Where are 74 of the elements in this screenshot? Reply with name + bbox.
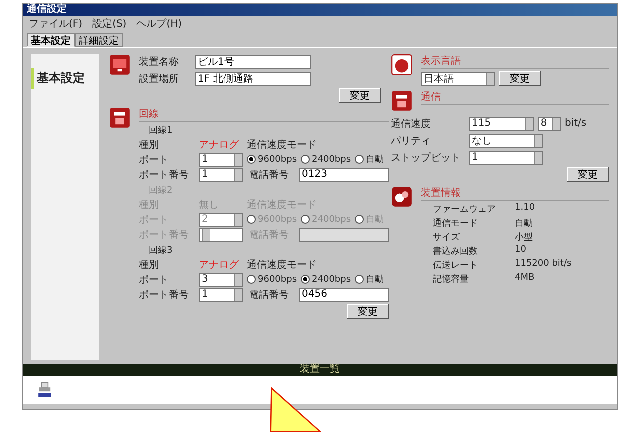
field-label: 通信速度 bbox=[391, 118, 432, 130]
menu-item[interactable]: ヘルプ(H) bbox=[136, 17, 182, 30]
field-label: 電話番号 bbox=[249, 168, 290, 182]
info-label: 通信モード bbox=[433, 218, 479, 229]
field-label: 種別 bbox=[139, 138, 160, 152]
port-number-spinner[interactable]: 1 bbox=[199, 168, 243, 182]
tab[interactable]: 詳細設定 bbox=[75, 33, 123, 47]
section-title: 装置情報 bbox=[421, 186, 609, 201]
field-label: 装置名称 bbox=[139, 56, 180, 68]
field-label: 種別 bbox=[139, 258, 160, 272]
field-label: ポート番号 bbox=[139, 228, 190, 242]
menu-item[interactable]: 設定(S) bbox=[92, 17, 127, 30]
info-label: サイズ bbox=[433, 232, 461, 243]
dropdown[interactable]: 1 bbox=[469, 150, 543, 164]
radio-option[interactable]: 自動 bbox=[355, 153, 384, 166]
field-label: ポート番号 bbox=[139, 168, 190, 182]
info-value: 10 bbox=[515, 245, 528, 257]
dropdown[interactable]: 115 bbox=[469, 116, 534, 130]
section-title: 通信 bbox=[421, 90, 609, 105]
window-title: 通信設定 bbox=[27, 4, 67, 15]
group-title: 回線1 bbox=[148, 125, 174, 137]
radio-option[interactable]: 2400bps bbox=[301, 154, 352, 164]
info-label: 書込み回数 bbox=[433, 246, 479, 257]
field-label: 電話番号 bbox=[249, 228, 290, 242]
group-title: 回線2 bbox=[148, 185, 174, 197]
dropdown[interactable]: なし bbox=[469, 134, 543, 148]
phone-field[interactable]: 0123 bbox=[299, 168, 389, 182]
change-button[interactable]: 変更 bbox=[567, 167, 609, 182]
radio-option[interactable]: 2400bps bbox=[301, 274, 352, 284]
field-label: 設置場所 bbox=[139, 72, 180, 86]
info-label: ファームウェア bbox=[433, 204, 497, 215]
change-button[interactable]: 変更 bbox=[347, 304, 389, 319]
port-number-spinner[interactable]: 1 bbox=[199, 288, 243, 302]
type-value: 無し bbox=[199, 198, 220, 212]
text-field[interactable]: 1F 北側通路 bbox=[195, 72, 311, 86]
field-label: ポート bbox=[139, 154, 170, 166]
change-button[interactable]: 変更 bbox=[499, 71, 541, 86]
field-label: ストップビット bbox=[391, 152, 462, 164]
info-label: 記憶容量 bbox=[433, 274, 470, 285]
field-label: ポート bbox=[139, 214, 170, 226]
field-label: ポート bbox=[139, 274, 170, 286]
section-title: 回線 bbox=[139, 107, 389, 122]
field-label: 通信速度モード bbox=[247, 138, 317, 152]
field-label: 通信速度モード bbox=[247, 198, 317, 212]
type-value: アナログ bbox=[199, 258, 240, 272]
type-value: アナログ bbox=[199, 138, 240, 152]
field-label: パリティ bbox=[391, 134, 432, 148]
info-value: 1.10 bbox=[515, 203, 536, 215]
info-value: 自動 bbox=[515, 218, 534, 229]
radio-option[interactable]: 9600bps bbox=[247, 274, 298, 284]
field-label: 種別 bbox=[139, 198, 160, 212]
radio-option[interactable]: 自動 bbox=[355, 273, 384, 286]
field-label: 通信速度モード bbox=[247, 258, 317, 272]
group-title: 回線3 bbox=[148, 245, 174, 257]
phone-field[interactable]: 0456 bbox=[299, 288, 389, 302]
field-label: ポート番号 bbox=[139, 288, 190, 302]
field-label: 電話番号 bbox=[249, 288, 290, 302]
menu-item[interactable]: ファイル(F) bbox=[29, 17, 83, 30]
port-spinner[interactable]: 3 bbox=[199, 272, 243, 286]
dropdown[interactable]: 8 bbox=[538, 116, 561, 130]
language-dropdown[interactable]: 日本語 bbox=[421, 72, 495, 86]
info-value: 115200 bit/s bbox=[515, 259, 572, 271]
info-value: 4MB bbox=[515, 273, 536, 285]
unit-label: bit/s bbox=[565, 118, 588, 129]
port-spinner[interactable]: 1 bbox=[199, 152, 243, 166]
section-title: 表示言語 bbox=[421, 54, 609, 69]
text-field[interactable]: ビル1号 bbox=[195, 54, 311, 68]
tab[interactable]: 基本設定 bbox=[27, 33, 75, 47]
change-button[interactable]: 変更 bbox=[339, 88, 381, 103]
radio-option[interactable]: 9600bps bbox=[247, 154, 298, 164]
bar-title: 装置一覧 bbox=[300, 364, 340, 375]
sidebar-item[interactable]: 基本設定 bbox=[31, 68, 99, 89]
info-value: 小型 bbox=[515, 232, 534, 243]
info-label: 伝送レート bbox=[433, 260, 479, 271]
